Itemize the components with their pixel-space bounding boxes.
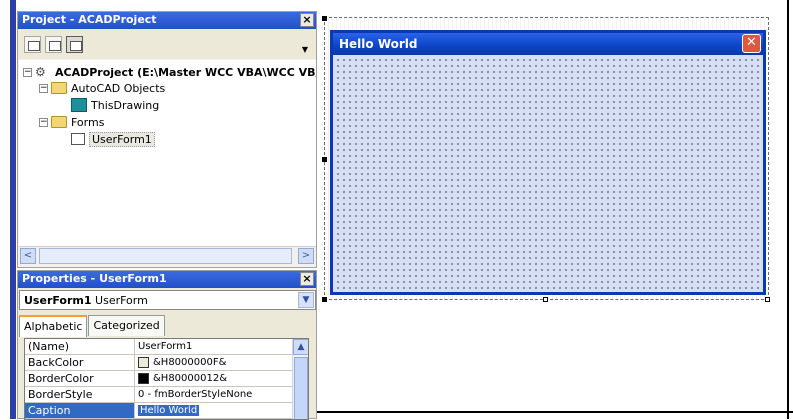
properties-grid: (Name) UserForm1 BackColor &H8000000F& B…: [24, 338, 309, 420]
userform-titlebar[interactable]: Hello World ✕: [333, 33, 763, 55]
scroll-thumb[interactable]: [294, 357, 308, 419]
property-value[interactable]: &H8000000F&: [135, 355, 293, 370]
folder-icon: [51, 82, 67, 94]
userform-hello-world[interactable]: Hello World ✕: [330, 30, 766, 295]
project-explorer-titlebar[interactable]: Project - ACADProject ×: [18, 12, 316, 29]
property-name: BorderColor: [25, 371, 135, 386]
property-row[interactable]: BackColor &H8000000F&: [25, 355, 293, 371]
userform-canvas[interactable]: [333, 55, 763, 292]
collapse-icon[interactable]: −: [39, 83, 48, 93]
scroll-thumb[interactable]: [39, 248, 292, 264]
property-value[interactable]: UserForm1: [135, 339, 293, 354]
color-swatch: [138, 357, 149, 368]
window-bottom-border: [316, 411, 793, 413]
vba-editor-window: Project - ACADProject × ▼ − ⚙ ACADProjec…: [0, 0, 793, 420]
properties-panel: Properties - UserForm1 × UserForm1 UserF…: [17, 270, 317, 420]
properties-vertical-scrollbar[interactable]: ▲: [292, 339, 308, 419]
view-code-button[interactable]: [24, 36, 41, 53]
property-value[interactable]: &H80000012&: [135, 371, 293, 386]
toolbar-dropdown-icon[interactable]: ▼: [302, 45, 308, 54]
toggle-folders-button[interactable]: [66, 36, 83, 53]
property-value[interactable]: 0 - fmBorderStyleNone: [135, 387, 293, 402]
object-selector-name: UserForm1: [24, 294, 92, 307]
project-explorer-toolbar: ▼: [18, 29, 316, 59]
project-icon: ⚙: [35, 65, 46, 79]
property-row-selected[interactable]: Caption Hello World: [25, 403, 293, 419]
property-name: BackColor: [25, 355, 135, 370]
resize-handle[interactable]: [322, 16, 327, 21]
tree-item-thisdrawing[interactable]: ThisDrawing: [71, 97, 159, 113]
collapse-icon[interactable]: −: [23, 67, 32, 77]
tree-item-userform1[interactable]: UserForm1: [71, 131, 155, 147]
tab-categorized[interactable]: Categorized: [88, 315, 165, 336]
resize-handle[interactable]: [322, 157, 327, 162]
view-object-button[interactable]: [45, 36, 62, 53]
properties-titlebar[interactable]: Properties - UserForm1 ×: [18, 271, 316, 288]
tree-item-autocad-objects-label: AutoCAD Objects: [71, 81, 166, 95]
property-name: Caption: [25, 403, 135, 418]
tree-item-forms-label: Forms: [71, 115, 105, 129]
scroll-left-button[interactable]: <: [20, 248, 36, 264]
properties-tabs: Alphabetic Categorized: [19, 315, 166, 337]
tree-item-autocad-objects[interactable]: − AutoCAD Objects: [39, 80, 165, 96]
resize-handle[interactable]: [543, 297, 548, 302]
window-left-border: [10, 0, 16, 419]
property-row[interactable]: (Name) UserForm1: [25, 339, 293, 355]
project-explorer-title: Project - ACADProject: [22, 13, 157, 26]
close-icon[interactable]: ✕: [742, 34, 761, 53]
project-tree-horizontal-scrollbar[interactable]: < >: [19, 246, 316, 264]
tree-item-forms[interactable]: − Forms: [39, 114, 104, 130]
window-right-border: [787, 0, 789, 419]
scroll-up-button[interactable]: ▲: [293, 339, 308, 355]
scroll-right-button[interactable]: >: [298, 248, 314, 264]
properties-close-button[interactable]: ×: [300, 272, 314, 286]
folder-icon: [51, 116, 67, 128]
tree-item-userform1-label: UserForm1: [89, 131, 155, 147]
object-selector-type: UserForm: [95, 294, 148, 307]
project-explorer-panel: Project - ACADProject × ▼ − ⚙ ACADProjec…: [17, 11, 317, 268]
drawing-icon: [71, 98, 87, 112]
userform-icon: [71, 133, 85, 145]
chevron-down-icon[interactable]: ▼: [298, 292, 314, 308]
color-swatch: [138, 373, 149, 384]
property-row[interactable]: BorderStyle 0 - fmBorderStyleNone: [25, 387, 293, 403]
property-row[interactable]: BorderColor &H80000012&: [25, 371, 293, 387]
project-tree: − ⚙ ACADProject (E:\Master WCC VBA\WCC V…: [19, 60, 316, 246]
resize-handle[interactable]: [765, 297, 770, 302]
userform-title: Hello World: [339, 37, 418, 51]
collapse-icon[interactable]: −: [39, 117, 48, 127]
resize-handle[interactable]: [322, 297, 327, 302]
tree-item-project-label: ACADProject (E:\Master WCC VBA\WCC VB/: [55, 65, 316, 79]
object-selector[interactable]: UserForm1 UserForm ▼: [19, 290, 316, 310]
tree-item-project[interactable]: − ⚙ ACADProject (E:\Master WCC VBA\WCC V…: [23, 64, 316, 80]
project-explorer-close-button[interactable]: ×: [300, 13, 314, 27]
tab-alphabetic[interactable]: Alphabetic: [19, 315, 88, 337]
property-name: (Name): [25, 339, 135, 354]
property-value-input[interactable]: Hello World: [135, 403, 293, 418]
tree-item-thisdrawing-label: ThisDrawing: [91, 98, 160, 112]
properties-title: Properties - UserForm1: [22, 272, 167, 285]
property-name: BorderStyle: [25, 387, 135, 402]
